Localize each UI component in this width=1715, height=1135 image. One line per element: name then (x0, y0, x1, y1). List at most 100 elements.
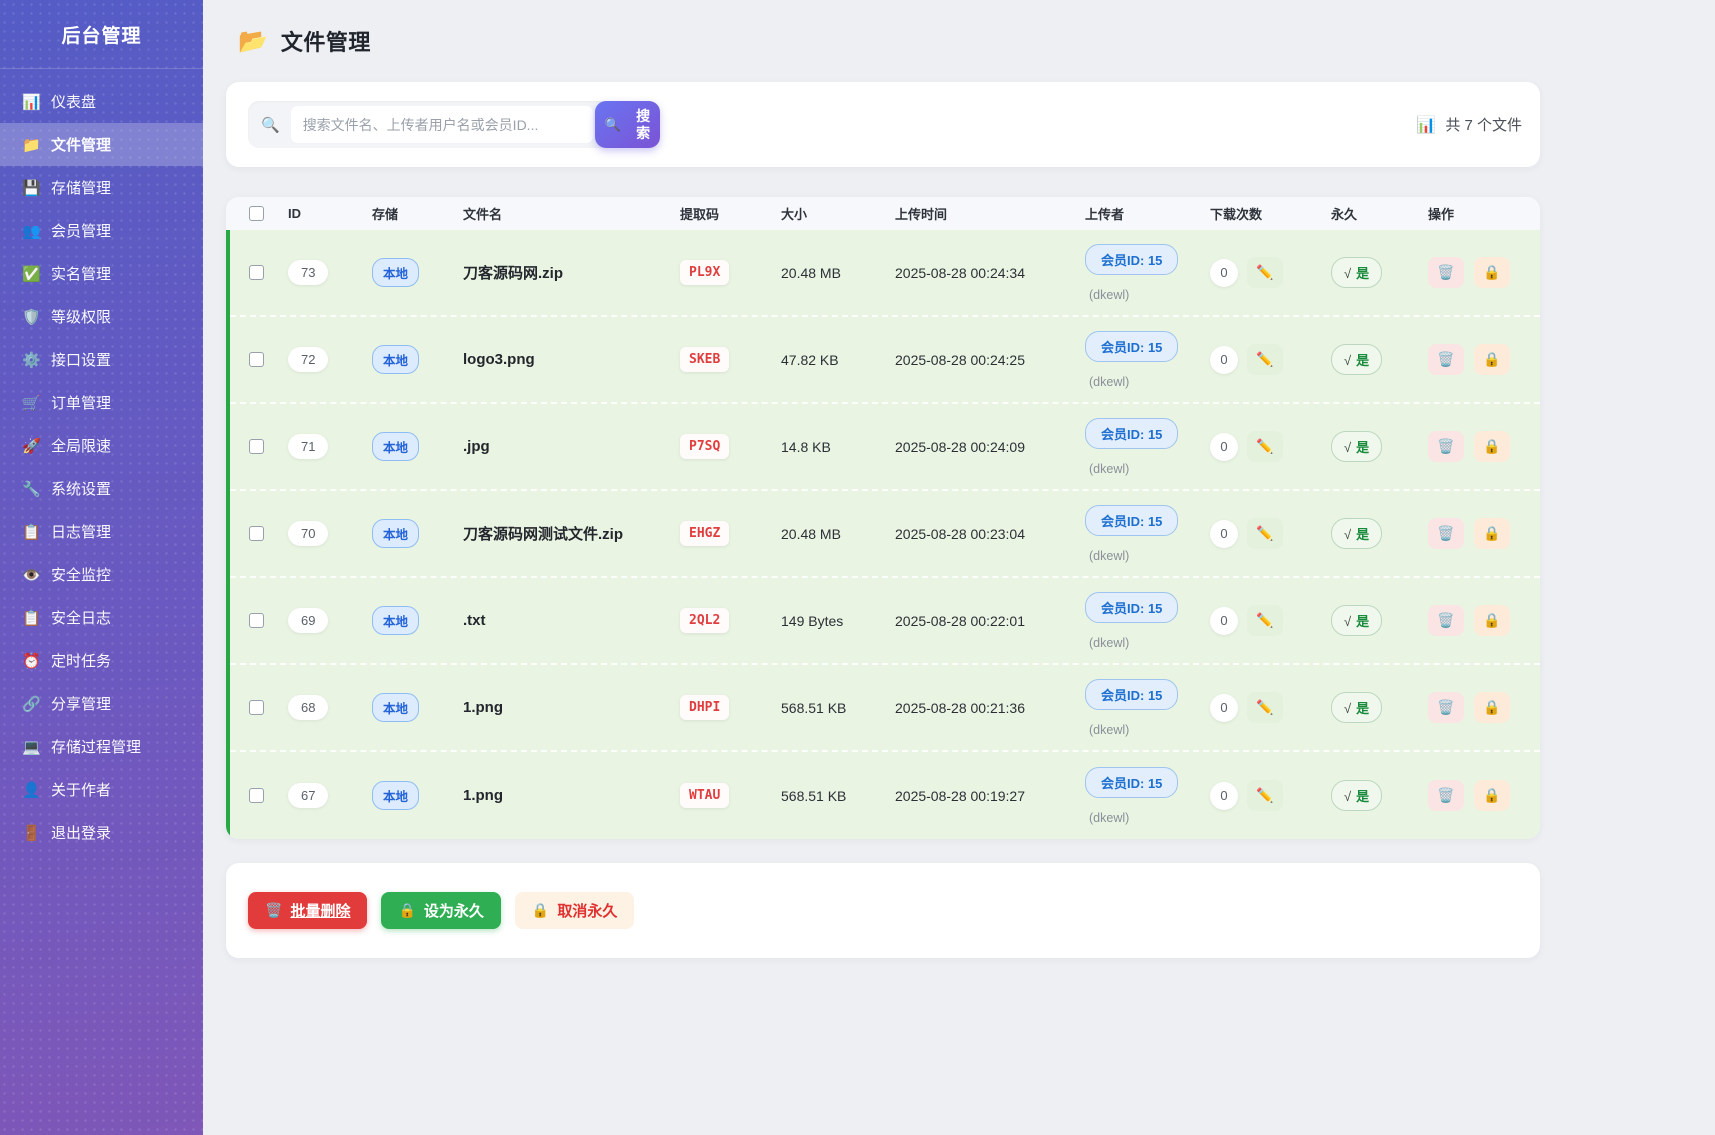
row-checkbox[interactable] (249, 700, 264, 715)
download-count: 0 (1210, 520, 1238, 548)
storage-badge: 本地 (372, 781, 419, 810)
app-title: 后台管理 (0, 0, 203, 69)
sidebar: 后台管理 📊 仪表盘 📁 文件管理 💾 存储管理 👥 会员管理 ✅ 实名管理 🛡… (0, 0, 203, 1135)
file-id-badge: 69 (288, 608, 328, 633)
sidebar-item-label: 安全日志 (51, 607, 111, 628)
sidebar-item-about-author[interactable]: 👤 关于作者 (0, 768, 203, 811)
sidebar-item-security-logs[interactable]: 📋 安全日志 (0, 596, 203, 639)
shopping-cart-icon: 🛒 (22, 394, 40, 412)
sidebar-item-global-speed[interactable]: 🚀 全局限速 (0, 424, 203, 467)
folder-icon: 📂 (238, 27, 268, 56)
sidebar-item-system-settings[interactable]: 🔧 系统设置 (0, 467, 203, 510)
uploader-id-badge: 会员ID: 15 (1085, 418, 1178, 449)
delete-file-button[interactable]: 🗑️ (1428, 780, 1464, 811)
pencil-icon: ✏️ (1256, 699, 1273, 716)
delete-file-button[interactable]: 🗑️ (1428, 692, 1464, 723)
delete-file-button[interactable]: 🗑️ (1428, 518, 1464, 549)
sidebar-item-label: 订单管理 (51, 392, 111, 413)
file-name: 刀客源码网.zip (463, 262, 563, 283)
dashboard-chart-icon: 📊 (22, 93, 40, 111)
delete-file-button[interactable]: 🗑️ (1428, 605, 1464, 636)
table-body: 73 本地 刀客源码网.zip PL9X 20.48 MB 2025-08-28… (226, 230, 1540, 839)
row-checkbox[interactable] (249, 788, 264, 803)
sidebar-item-label: 实名管理 (51, 263, 111, 284)
edit-download-count-button[interactable]: ✏️ (1247, 344, 1283, 375)
toggle-permanent-button[interactable]: 🔒 (1474, 692, 1510, 723)
trash-icon: 🗑️ (1437, 787, 1454, 804)
upload-time: 2025-08-28 00:21:36 (895, 700, 1025, 716)
row-checkbox[interactable] (249, 439, 264, 454)
uploader-username: (dkewl) (1085, 462, 1129, 476)
search-button[interactable]: 🔍 搜索 (595, 101, 660, 148)
file-name: .jpg (463, 438, 490, 455)
batch-delete-label: 批量删除 (290, 900, 350, 921)
sidebar-item-dashboard[interactable]: 📊 仪表盘 (0, 80, 203, 123)
sidebar-item-label: 关于作者 (51, 779, 111, 800)
sidebar-item-orders[interactable]: 🛒 订单管理 (0, 381, 203, 424)
pencil-icon: ✏️ (1256, 264, 1273, 281)
sidebar-item-share-management[interactable]: 🔗 分享管理 (0, 682, 203, 725)
cancel-permanent-button[interactable]: 🔒 取消永久 (515, 892, 634, 929)
sidebar-item-realname[interactable]: ✅ 实名管理 (0, 252, 203, 295)
delete-file-button[interactable]: 🗑️ (1428, 431, 1464, 462)
toggle-permanent-button[interactable]: 🔒 (1474, 431, 1510, 462)
page-title: 📂 文件管理 (238, 25, 1715, 57)
toggle-permanent-button[interactable]: 🔒 (1474, 257, 1510, 288)
sidebar-item-level-permission[interactable]: 🛡️ 等级权限 (0, 295, 203, 338)
sidebar-item-file-management[interactable]: 📁 文件管理 (0, 123, 203, 166)
select-all-checkbox[interactable] (249, 206, 264, 221)
sidebar-item-cron-tasks[interactable]: ⏰ 定时任务 (0, 639, 203, 682)
sidebar-item-storage[interactable]: 💾 存储管理 (0, 166, 203, 209)
edit-download-count-button[interactable]: ✏️ (1247, 780, 1283, 811)
extract-code-badge: PL9X (680, 260, 729, 285)
edit-download-count-button[interactable]: ✏️ (1247, 692, 1283, 723)
sidebar-item-stored-procedures[interactable]: 💻 存储过程管理 (0, 725, 203, 768)
row-checkbox[interactable] (249, 265, 264, 280)
floppy-disk-icon: 💾 (22, 179, 40, 197)
download-count: 0 (1210, 259, 1238, 287)
row-checkbox[interactable] (249, 352, 264, 367)
search-input[interactable] (291, 106, 593, 143)
gear-icon: ⚙️ (22, 351, 40, 369)
toggle-permanent-button[interactable]: 🔒 (1474, 344, 1510, 375)
set-permanent-label: 设为永久 (424, 900, 484, 921)
uploader-username: (dkewl) (1085, 636, 1129, 650)
shield-icon: 🛡️ (22, 308, 40, 326)
sidebar-item-members[interactable]: 👥 会员管理 (0, 209, 203, 252)
delete-file-button[interactable]: 🗑️ (1428, 257, 1464, 288)
edit-download-count-button[interactable]: ✏️ (1247, 431, 1283, 462)
row-checkbox[interactable] (249, 613, 264, 628)
uploader-username: (dkewl) (1085, 549, 1129, 563)
sidebar-item-security-monitor[interactable]: 👁️ 安全监控 (0, 553, 203, 596)
storage-badge: 本地 (372, 606, 419, 635)
file-table: ID存储文件名提取码大小上传时间上传者下载次数永久操作 73 本地 刀客源码网.… (226, 197, 1540, 839)
pencil-icon: ✏️ (1256, 612, 1273, 629)
sidebar-item-logout[interactable]: 🚪 退出登录 (0, 811, 203, 854)
toggle-permanent-button[interactable]: 🔒 (1474, 780, 1510, 811)
row-checkbox[interactable] (249, 526, 264, 541)
sidebar-nav: 📊 仪表盘 📁 文件管理 💾 存储管理 👥 会员管理 ✅ 实名管理 🛡️ 等级权… (0, 69, 203, 854)
file-size: 20.48 MB (781, 526, 841, 542)
edit-download-count-button[interactable]: ✏️ (1247, 257, 1283, 288)
toggle-permanent-button[interactable]: 🔒 (1474, 605, 1510, 636)
permanent-badge: √是 (1331, 780, 1382, 811)
uploader-id-badge: 会员ID: 15 (1085, 679, 1178, 710)
file-size: 568.51 KB (781, 700, 846, 716)
rocket-icon: 🚀 (22, 437, 40, 455)
file-size: 149 Bytes (781, 613, 843, 629)
check-mark-icon: √ (1344, 440, 1351, 455)
batch-delete-button[interactable]: 🗑️ 批量删除 (248, 892, 367, 929)
search-bar: 🔍 🔍 搜索 (248, 101, 660, 148)
edit-download-count-button[interactable]: ✏️ (1247, 518, 1283, 549)
alarm-clock-icon: ⏰ (22, 652, 40, 670)
edit-download-count-button[interactable]: ✏️ (1247, 605, 1283, 636)
sidebar-item-api-settings[interactable]: ⚙️ 接口设置 (0, 338, 203, 381)
toggle-permanent-button[interactable]: 🔒 (1474, 518, 1510, 549)
check-mark-icon: √ (1344, 789, 1351, 804)
sidebar-item-log-management[interactable]: 📋 日志管理 (0, 510, 203, 553)
person-icon: 👤 (22, 781, 40, 799)
delete-file-button[interactable]: 🗑️ (1428, 344, 1464, 375)
download-count: 0 (1210, 346, 1238, 374)
set-permanent-button[interactable]: 🔒 设为永久 (381, 892, 500, 929)
upload-time: 2025-08-28 00:19:27 (895, 788, 1025, 804)
